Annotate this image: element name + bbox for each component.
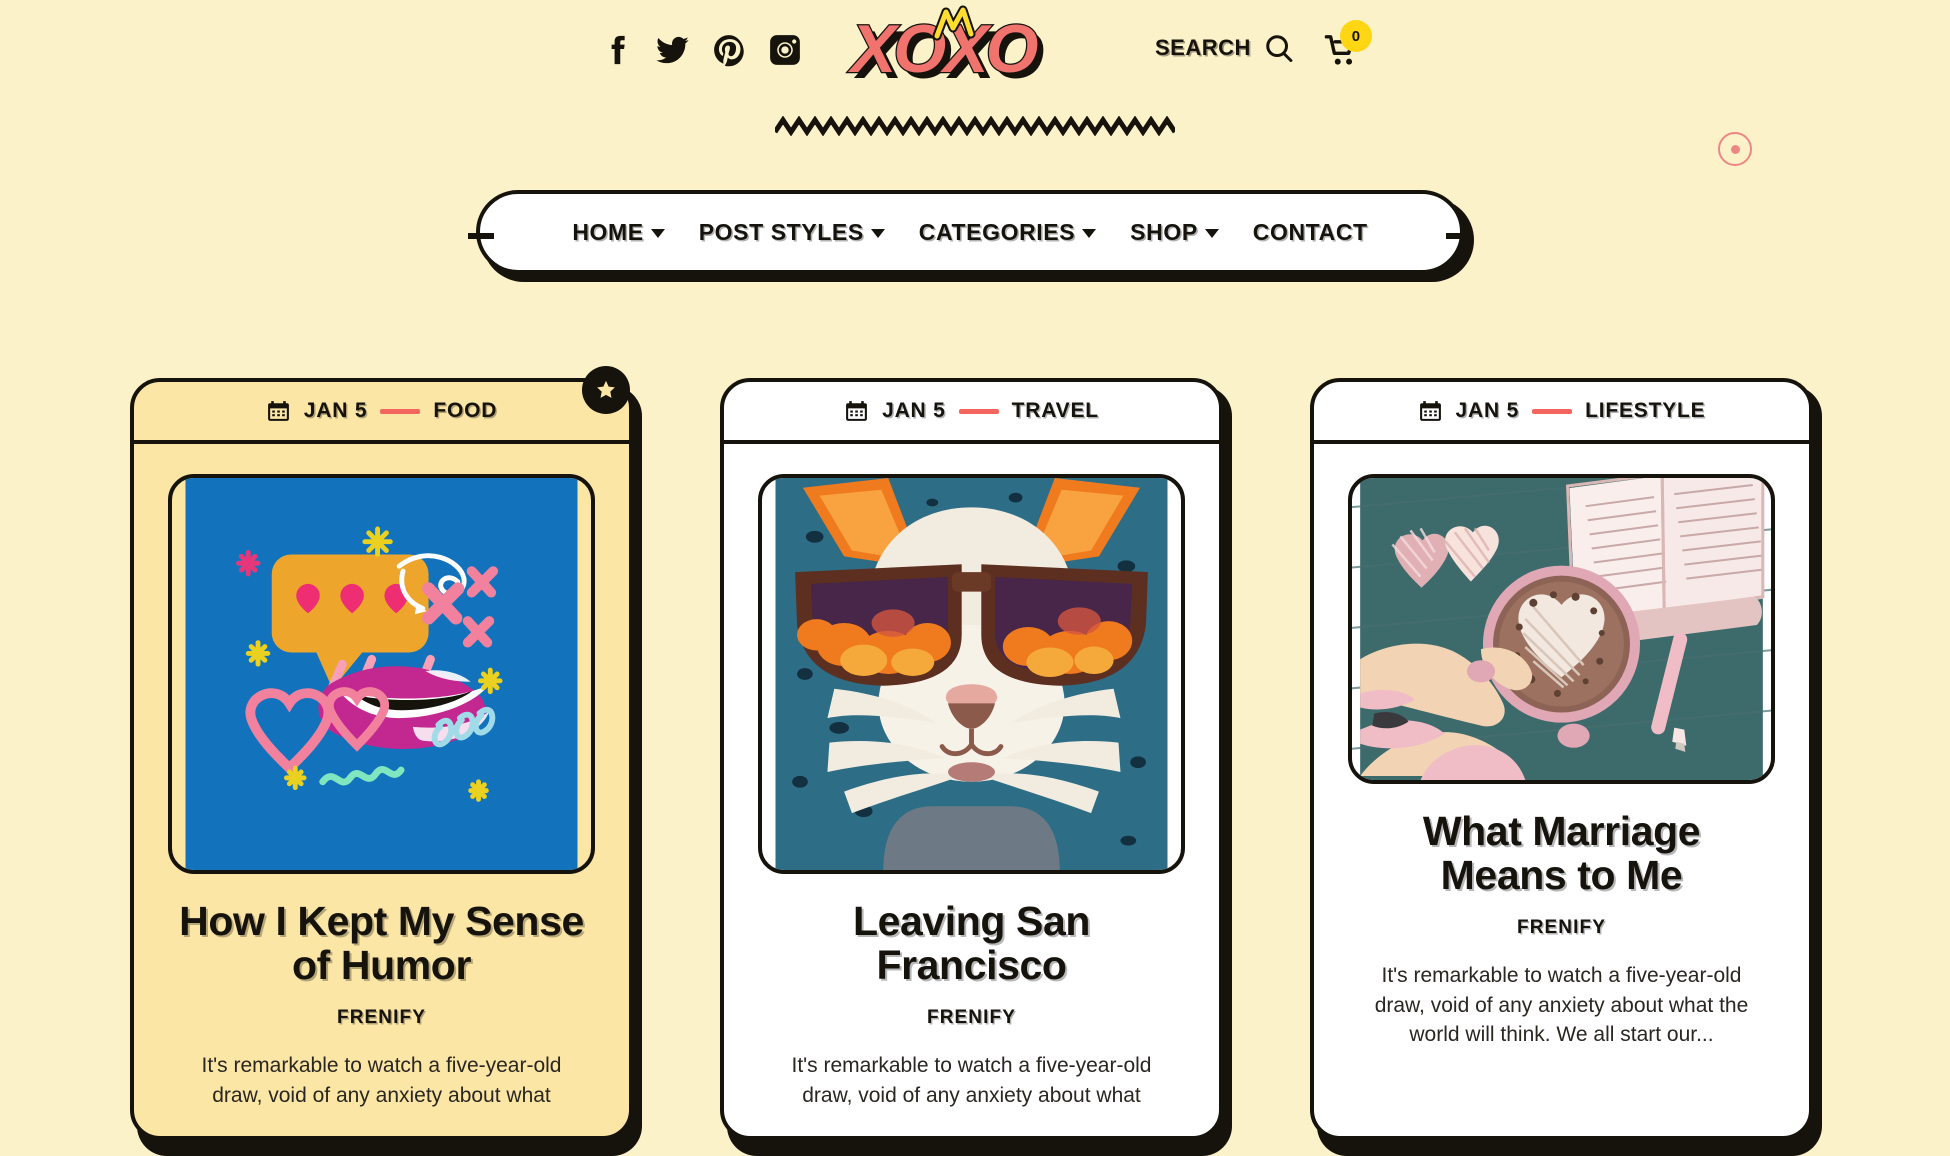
post-category[interactable]: LIFESTYLE bbox=[1585, 399, 1705, 423]
site-logo[interactable]: XOXO XOXO bbox=[845, 2, 1105, 94]
post-author[interactable]: FRENIFY bbox=[1356, 917, 1767, 939]
facebook-icon[interactable] bbox=[600, 33, 634, 67]
card-body: JAN 5 LIFESTYLE What Marriage Means to M… bbox=[1310, 378, 1813, 1140]
post-author[interactable]: FRENIFY bbox=[176, 1007, 587, 1029]
nav-dash-right bbox=[1446, 233, 1472, 239]
nav-label: HOME bbox=[572, 218, 644, 245]
chevron-down-icon bbox=[650, 229, 665, 238]
post-title[interactable]: What Marriage Means to Me bbox=[1356, 809, 1767, 898]
thumbnail-wrap bbox=[1314, 444, 1809, 784]
meta-divider bbox=[1532, 408, 1573, 414]
instagram-icon[interactable] bbox=[768, 33, 802, 67]
chevron-down-icon bbox=[1082, 229, 1097, 238]
post-thumbnail[interactable] bbox=[758, 474, 1185, 874]
meta-divider bbox=[958, 408, 999, 414]
nav-label: CONTACT bbox=[1252, 218, 1368, 245]
post-author[interactable]: FRENIFY bbox=[766, 1007, 1177, 1029]
nav-label: SHOP bbox=[1130, 218, 1198, 245]
post-title[interactable]: Leaving San Francisco bbox=[766, 899, 1177, 988]
post-date: JAN 5 bbox=[1455, 399, 1520, 422]
card-text: Leaving San Francisco FRENIFY It's remar… bbox=[724, 874, 1219, 1110]
post-category[interactable]: FOOD bbox=[433, 399, 497, 423]
cart-count-badge: 0 bbox=[1339, 20, 1372, 52]
card-meta: JAN 5 TRAVEL bbox=[724, 382, 1219, 444]
card-text: How I Kept My Sense of Humor FRENIFY It'… bbox=[134, 874, 629, 1110]
zigzag-divider-icon bbox=[775, 116, 1175, 136]
calendar-icon bbox=[266, 398, 291, 423]
nav-label: POST STYLES bbox=[698, 218, 864, 245]
post-excerpt: It's remarkable to watch a five-year-old… bbox=[201, 1053, 562, 1107]
nav-label: CATEGORIES bbox=[918, 218, 1076, 245]
meta-divider bbox=[380, 408, 421, 414]
chevron-down-icon bbox=[870, 229, 885, 238]
nav-pill: HOME POST STYLES CATEGORIES SHOP CONTACT bbox=[468, 190, 1472, 274]
nav-item-home[interactable]: HOME bbox=[572, 218, 665, 246]
nav-item-categories[interactable]: CATEGORIES bbox=[918, 218, 1097, 246]
post-excerpt: It's remarkable to watch a five-year-old… bbox=[791, 1053, 1152, 1107]
post-grid: JAN 5 FOOD How I Kept My Sense of Humor … bbox=[130, 366, 1822, 1156]
cursor-indicator bbox=[1718, 132, 1752, 166]
cart-button[interactable]: 0 bbox=[1322, 20, 1372, 70]
thumbnail-wrap bbox=[134, 444, 629, 874]
twitter-icon[interactable] bbox=[656, 33, 690, 67]
card-meta: JAN 5 FOOD bbox=[134, 382, 629, 444]
calendar-icon bbox=[844, 398, 869, 423]
search-icon bbox=[1264, 33, 1294, 63]
social-links bbox=[600, 33, 802, 67]
calendar-icon bbox=[1418, 398, 1443, 423]
chevron-down-icon bbox=[1204, 229, 1219, 238]
post-thumbnail[interactable] bbox=[1348, 474, 1775, 784]
card-body: JAN 5 FOOD How I Kept My Sense of Humor … bbox=[130, 378, 633, 1140]
card-meta: JAN 5 LIFESTYLE bbox=[1314, 382, 1809, 444]
post-date: JAN 5 bbox=[882, 399, 946, 422]
post-card[interactable]: JAN 5 TRAVEL Leaving San Francisco FRENI… bbox=[720, 378, 1232, 1156]
featured-star-icon[interactable] bbox=[582, 366, 630, 414]
post-date: JAN 5 bbox=[303, 399, 368, 422]
header-actions: SEARCH 0 bbox=[1155, 20, 1372, 70]
site-header: XOXO XOXO SEARCH 0 bbox=[0, 0, 1950, 136]
pinterest-icon[interactable] bbox=[712, 33, 746, 67]
card-text: What Marriage Means to Me FRENIFY It's r… bbox=[1314, 784, 1809, 1050]
search-button[interactable]: SEARCH bbox=[1155, 33, 1294, 63]
card-body: JAN 5 TRAVEL Leaving San Francisco FRENI… bbox=[720, 378, 1223, 1140]
main-navigation: HOME POST STYLES CATEGORIES SHOP CONTACT bbox=[468, 190, 1474, 282]
post-card[interactable]: JAN 5 FOOD How I Kept My Sense of Humor … bbox=[130, 366, 642, 1156]
thumbnail-wrap bbox=[724, 444, 1219, 874]
post-category[interactable]: TRAVEL bbox=[1012, 399, 1099, 423]
post-excerpt: It's remarkable to watch a five-year-old… bbox=[1374, 963, 1749, 1047]
post-title[interactable]: How I Kept My Sense of Humor bbox=[176, 899, 587, 988]
search-label: SEARCH bbox=[1155, 35, 1251, 60]
post-thumbnail[interactable] bbox=[168, 474, 595, 874]
nav-item-contact[interactable]: CONTACT bbox=[1253, 219, 1368, 246]
nav-dash-left bbox=[468, 233, 494, 239]
post-card[interactable]: JAN 5 LIFESTYLE What Marriage Means to M… bbox=[1310, 378, 1822, 1156]
nav-item-shop[interactable]: SHOP bbox=[1130, 219, 1219, 246]
nav-item-post-styles[interactable]: POST STYLES bbox=[699, 219, 885, 246]
